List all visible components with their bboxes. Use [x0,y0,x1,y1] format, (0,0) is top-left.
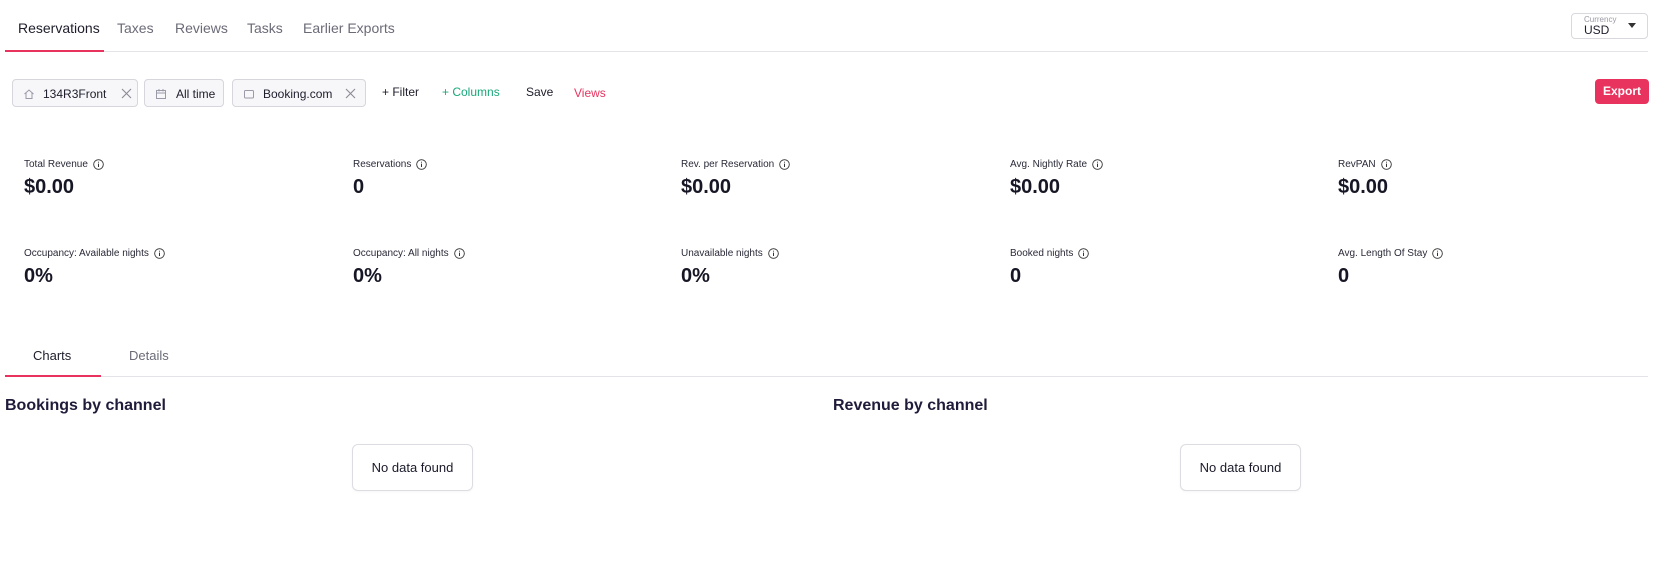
info-icon[interactable] [1432,248,1444,259]
metric-value: 0% [24,265,53,287]
tab-reviews[interactable]: Reviews [175,20,228,36]
metric-value: 0 [1010,265,1022,287]
tab-details[interactable]: Details [129,348,169,363]
metric-avg-length-of-stay: Avg. Length Of Stay 0 [1338,248,1628,288]
revenue-empty-state: No data found [1180,444,1301,491]
channel-icon [244,90,254,99]
tab-tasks[interactable]: Tasks [247,20,283,36]
revenue-chart-title: Revenue by channel [833,397,988,414]
info-icon[interactable] [1380,159,1392,170]
active-tab-indicator [5,375,101,377]
metric-booked-nights: Booked nights 0 [1010,248,1310,288]
save-link[interactable]: Save [526,85,553,99]
metric-label: Avg. Nightly Rate [1010,159,1088,170]
top-tab-bar: Reservations Taxes Reviews Tasks Earlier… [5,0,1648,52]
metric-label: Avg. Length Of Stay [1338,248,1428,259]
close-icon[interactable] [345,88,356,99]
metric-label: Total Revenue [24,159,88,170]
add-columns-link[interactable]: + Columns [442,85,500,99]
info-icon[interactable] [1092,159,1103,170]
metric-occupancy-all: Occupancy: All nights 0% [353,248,653,288]
metric-value: 0 [353,176,365,198]
metric-label: Booked nights [1010,248,1074,259]
metric-reservations: Reservations 0 [353,159,653,199]
metric-value: 0 [1338,265,1350,287]
metric-value: $0.00 [681,176,732,198]
info-icon[interactable] [154,248,165,259]
tab-taxes[interactable]: Taxes [117,20,154,36]
calendar-icon [156,89,166,99]
metric-label: RevPAN [1338,159,1376,170]
info-icon[interactable] [1078,248,1090,259]
date-filter-label: All time [176,87,216,101]
metric-occupancy-available: Occupancy: Available nights 0% [24,248,324,288]
active-tab-indicator [5,50,104,52]
date-filter-chip[interactable]: All time [144,79,224,107]
view-tab-bar: Charts Details [5,340,1648,377]
metric-label: Occupancy: Available nights [24,248,149,259]
info-icon[interactable] [779,159,790,170]
property-filter-chip[interactable]: 134R3Front [12,79,138,107]
info-icon[interactable] [767,248,779,259]
tab-charts[interactable]: Charts [33,348,71,363]
metric-label: Occupancy: All nights [353,248,449,259]
bookings-empty-state: No data found [352,444,473,491]
views-link[interactable]: Views [574,86,606,100]
channel-filter-chip[interactable]: Booking.com [232,79,366,107]
currency-value: USD [1584,23,1610,37]
metric-revpan: RevPAN $0.00 [1338,159,1628,199]
currency-select[interactable]: Currency USD [1571,13,1648,39]
metric-rev-per-reservation: Rev. per Reservation $0.00 [681,159,981,199]
chevron-down-icon [1628,23,1636,28]
close-icon[interactable] [121,88,132,99]
metric-unavailable-nights: Unavailable nights 0% [681,248,981,288]
metric-value: 0% [353,265,382,287]
channel-filter-label: Booking.com [263,87,333,101]
metric-avg-nightly-rate: Avg. Nightly Rate $0.00 [1010,159,1310,199]
property-filter-label: 134R3Front [43,87,107,101]
tab-reservations[interactable]: Reservations [18,20,100,36]
metric-value: $0.00 [1010,176,1061,198]
add-filter-link[interactable]: + Filter [382,85,419,99]
info-icon[interactable] [93,159,104,170]
info-icon[interactable] [416,159,428,170]
export-button[interactable]: Export [1595,79,1649,104]
metric-value: 0% [681,265,710,287]
metric-label: Unavailable nights [681,248,763,259]
home-icon [24,89,34,99]
metric-value: $0.00 [1338,176,1389,198]
tab-earlier-exports[interactable]: Earlier Exports [303,20,395,36]
info-icon[interactable] [453,248,465,259]
metric-label: Reservations [353,159,412,170]
metric-value: $0.00 [24,176,75,198]
metric-total-revenue: Total Revenue $0.00 [24,159,324,199]
bookings-chart-title: Bookings by channel [5,397,166,414]
metric-label: Rev. per Reservation [681,159,775,170]
